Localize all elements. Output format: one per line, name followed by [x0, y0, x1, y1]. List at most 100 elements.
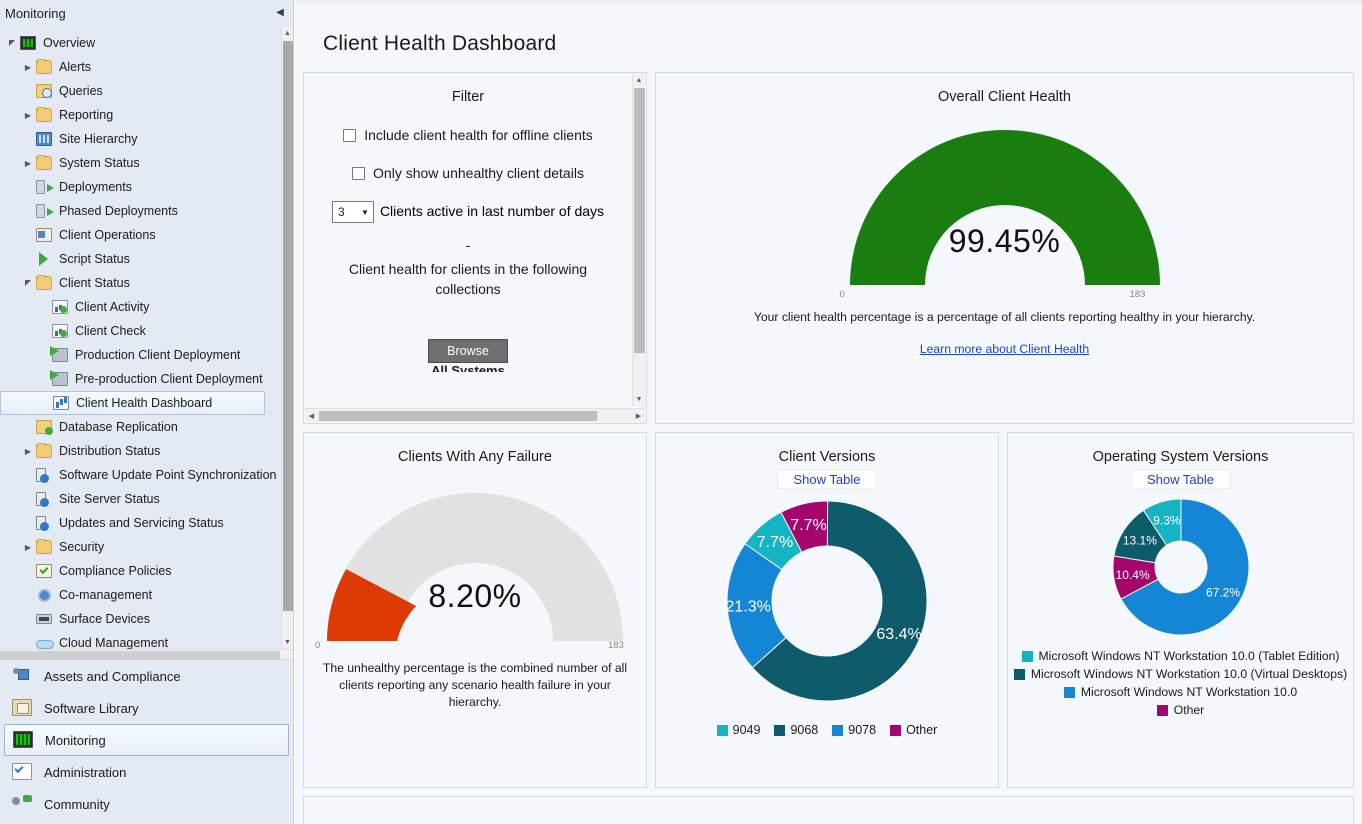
os-versions-legend: Microsoft Windows NT Workstation 10.0 (T…: [1008, 649, 1353, 717]
sidebar-item-deployments[interactable]: Deployments: [0, 175, 283, 199]
include-offline-checkbox[interactable]: [343, 128, 357, 142]
scroll-up-arrow-icon[interactable]: ▲: [633, 74, 645, 87]
workspace-button-administration[interactable]: Administration: [0, 756, 293, 788]
expander-collapsed-icon[interactable]: ▶: [20, 111, 36, 120]
sidebar-item-alerts[interactable]: ▶ Alerts: [0, 55, 283, 79]
sidebar-collapse-icon[interactable]: ◀: [273, 6, 287, 20]
sidebar-item-client-status[interactable]: ◢ Client Status: [0, 271, 283, 295]
sidebar-hscroll-thumb[interactable]: [0, 651, 280, 660]
sidebar-item-updates-and-servicing-status[interactable]: Updates and Servicing Status: [0, 511, 283, 535]
sidebar-item-label: Queries: [59, 84, 103, 98]
sidebar-item-site-server-status[interactable]: Site Server Status: [0, 487, 283, 511]
legend-item[interactable]: Other: [1156, 703, 1204, 717]
server-info-icon: [36, 515, 54, 531]
sidebar-item-label: Distribution Status: [59, 444, 161, 458]
scroll-left-arrow-icon[interactable]: ◀: [305, 409, 318, 423]
sidebar-item-label: System Status: [59, 156, 140, 170]
expander-placeholder: [20, 567, 36, 576]
sidebar-item-client-health-dashboard[interactable]: Client Health Dashboard: [0, 391, 265, 415]
os-versions-panel: Operating System Versions Show Table 67.…: [1007, 432, 1354, 788]
filter-horizontal-scrollbar[interactable]: ◀ ▶: [305, 408, 645, 422]
filter-vscroll-thumb[interactable]: [634, 88, 645, 353]
sidebar-item-surface-devices[interactable]: Surface Devices: [0, 607, 283, 631]
filter-vertical-scrollbar[interactable]: ▲ ▼: [632, 74, 645, 406]
legend-item[interactable]: Microsoft Windows NT Workstation 10.0 (T…: [1021, 649, 1339, 663]
dashboard-row-2: Clients With Any Failure 8.20% 0 183 The…: [303, 432, 1354, 788]
sidebar-item-script-status[interactable]: Script Status: [0, 247, 283, 271]
sidebar-scroll-thumb[interactable]: [283, 41, 293, 611]
client-versions-show-table-button[interactable]: Show Table: [777, 469, 877, 489]
play-icon: [36, 251, 54, 267]
sidebar-item-queries[interactable]: Queries: [0, 79, 283, 103]
laptop-icon: [36, 611, 54, 627]
sidebar-item-phased-deployments[interactable]: Phased Deployments: [0, 199, 283, 223]
sidebar-item-distribution-status[interactable]: ▶ Distribution Status: [0, 439, 283, 463]
dashboard-row-3: [303, 796, 1354, 824]
expander-expanded-icon[interactable]: ◢: [20, 279, 36, 288]
legend-item[interactable]: Microsoft Windows NT Workstation 10.0: [1063, 685, 1297, 699]
scroll-down-arrow-icon[interactable]: ▼: [282, 636, 293, 649]
workspace-button-community[interactable]: Community: [0, 788, 293, 820]
sidebar-item-production-client-deployment[interactable]: Production Client Deployment: [0, 343, 283, 367]
expander-collapsed-icon[interactable]: ▶: [20, 63, 36, 72]
filter-body: Filter Include client health for offline…: [304, 73, 646, 423]
filter-dash: -: [465, 237, 471, 253]
sidebar-item-label: Script Status: [59, 252, 130, 266]
browse-button[interactable]: Browse: [428, 339, 508, 363]
filter-panel: Filter Include client health for offline…: [303, 72, 647, 424]
workspace-button-assets-and-compliance[interactable]: Assets and Compliance: [0, 660, 293, 692]
legend-item[interactable]: 9049: [716, 723, 760, 737]
collections-label: Client health for clients in the followi…: [348, 261, 588, 297]
legend-swatch: [1013, 668, 1025, 680]
sidebar-horizontal-scrollbar[interactable]: [0, 649, 293, 660]
sidebar-item-cloud-management[interactable]: Cloud Management: [0, 631, 283, 649]
expander-placeholder: [36, 303, 52, 312]
community-icon-glyph: [12, 795, 32, 812]
learn-more-link[interactable]: Learn more about Client Health: [656, 342, 1353, 356]
administration-icon-glyph: [12, 763, 32, 780]
sidebar-item-label: Production Client Deployment: [75, 348, 241, 362]
scroll-down-arrow-icon[interactable]: ▼: [633, 393, 645, 406]
sidebar-item-reporting[interactable]: ▶ Reporting: [0, 103, 283, 127]
sidebar-item-compliance-policies[interactable]: Compliance Policies: [0, 559, 283, 583]
green-arrow-icon-glyph: [50, 346, 68, 362]
expander-collapsed-icon[interactable]: ▶: [20, 447, 36, 456]
scroll-right-arrow-icon[interactable]: ▶: [632, 409, 645, 423]
legend-item[interactable]: Other: [890, 723, 937, 737]
sidebar-item-overview[interactable]: ◢ Overview: [0, 31, 283, 55]
sidebar-item-site-hierarchy[interactable]: Site Hierarchy: [0, 127, 283, 151]
sidebar-item-label: Updates and Servicing Status: [59, 516, 224, 530]
folder-icon: [36, 275, 54, 291]
sidebar-vertical-scrollbar[interactable]: ▲ ▼: [281, 27, 293, 649]
os-versions-donut-svg: 67.2% 10.4% 13.1% 9.3%: [1112, 498, 1249, 636]
sidebar-item-system-status[interactable]: ▶ System Status: [0, 151, 283, 175]
sidebar-item-software-update-point-synchronization-sta[interactable]: Software Update Point Synchronization St…: [0, 463, 283, 487]
sidebar-item-label: Security: [59, 540, 105, 554]
filter-hscroll-thumb[interactable]: [319, 411, 597, 421]
cloud-icon-glyph: [36, 636, 54, 649]
expander-collapsed-icon[interactable]: ▶: [20, 159, 36, 168]
expander-collapsed-icon[interactable]: ▶: [20, 543, 36, 552]
legend-item[interactable]: 9078: [832, 723, 876, 737]
scroll-up-arrow-icon[interactable]: ▲: [282, 27, 293, 40]
sidebar-item-pre-production-client-deployment[interactable]: Pre-production Client Deployment: [0, 367, 283, 391]
overall-health-gauge-svg: [849, 130, 1160, 285]
sidebar-item-label: Client Operations: [59, 228, 156, 242]
sidebar-item-client-operations[interactable]: Client Operations: [0, 223, 283, 247]
days-select[interactable]: 3 ▼: [331, 201, 374, 223]
workspace-button-software-library[interactable]: Software Library: [0, 692, 293, 724]
only-unhealthy-checkbox[interactable]: [352, 166, 366, 180]
sidebar-item-database-replication[interactable]: Database Replication: [0, 415, 283, 439]
workspace-button-monitoring[interactable]: Monitoring: [4, 724, 289, 756]
sidebar-item-security[interactable]: ▶ Security: [0, 535, 283, 559]
legend-item[interactable]: 9068: [774, 723, 818, 737]
sidebar-item-label: Compliance Policies: [59, 564, 172, 578]
expander-expanded-icon[interactable]: ◢: [4, 39, 20, 48]
folder-icon-glyph: [36, 107, 52, 122]
sidebar-item-client-check[interactable]: Client Check: [0, 319, 283, 343]
sidebar-item-client-activity[interactable]: Client Activity: [0, 295, 283, 319]
sidebar-item-co-management[interactable]: Co-management: [0, 583, 283, 607]
laptop-icon-glyph: [36, 614, 52, 624]
legend-item[interactable]: Microsoft Windows NT Workstation 10.0 (V…: [1013, 667, 1347, 681]
os-versions-show-table-button[interactable]: Show Table: [1130, 469, 1231, 489]
